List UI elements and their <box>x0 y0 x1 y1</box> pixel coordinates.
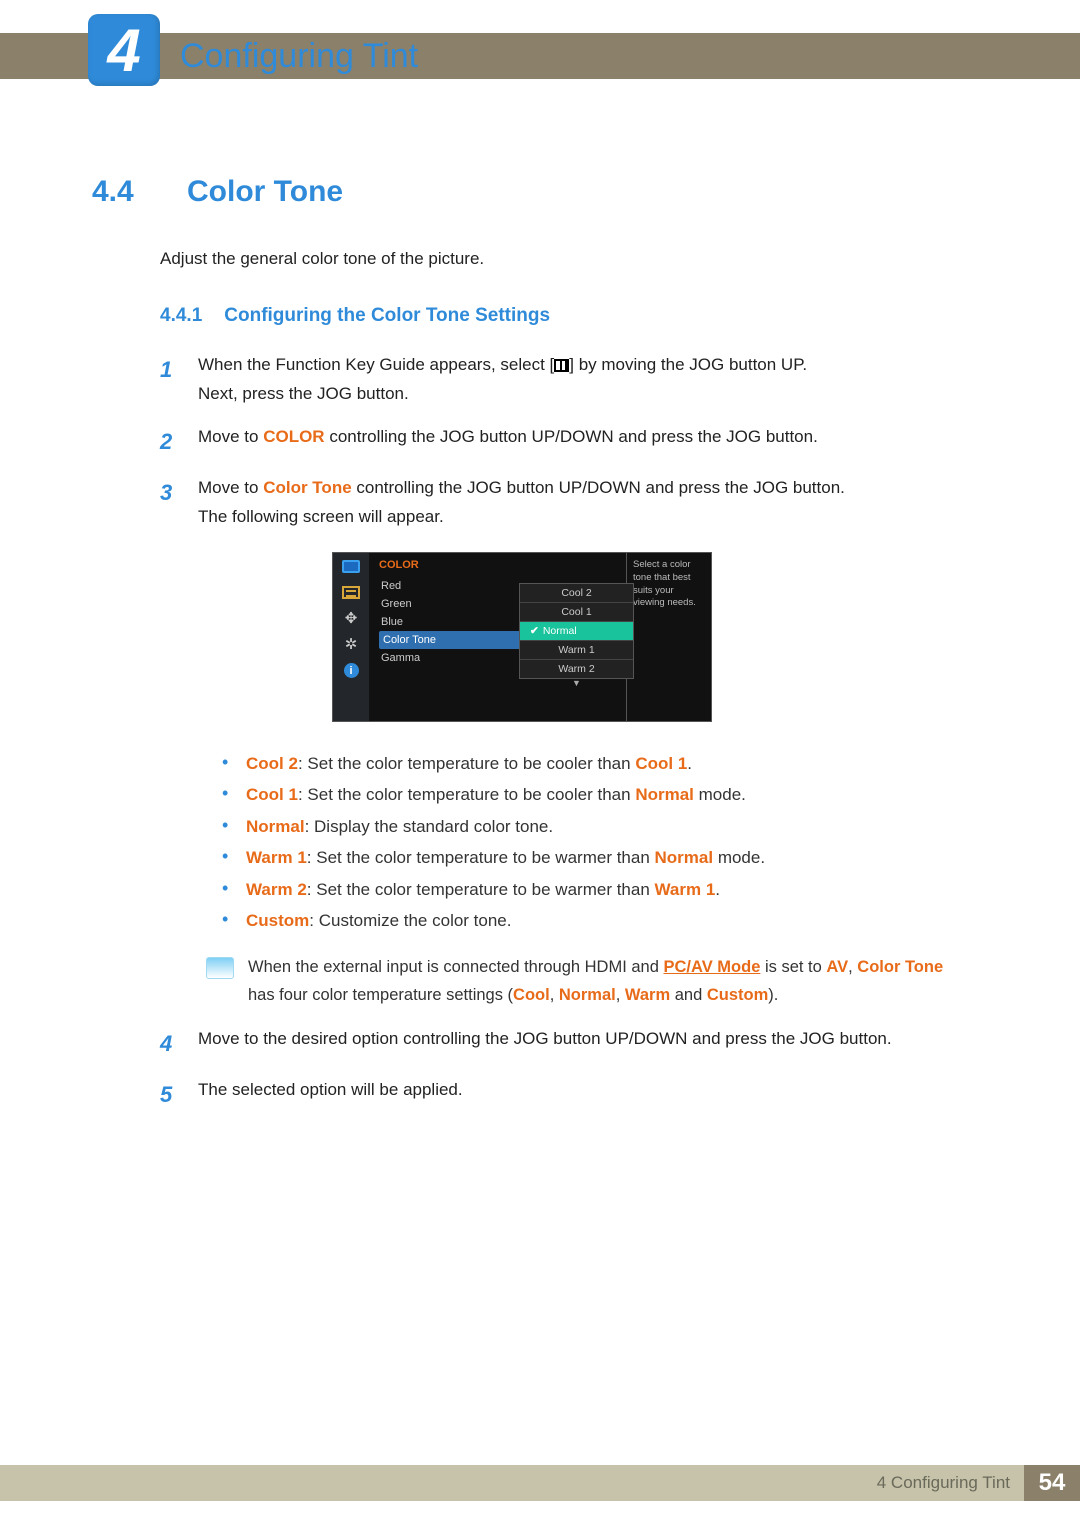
osd-help-text: Select a color tone that best suits your… <box>626 553 711 721</box>
monitor-icon <box>341 559 361 575</box>
bullet-text: Custom: Customize the color tone. <box>246 905 512 936</box>
menu-icon <box>554 359 569 372</box>
bullet-icon: • <box>222 779 232 810</box>
subsection-number: 4.4.1 <box>160 305 202 327</box>
osd-option: Warm 1 <box>520 641 633 660</box>
step-text: Move to the desired option controlling t… <box>198 1025 972 1062</box>
bullet-text: Normal: Display the standard color tone. <box>246 811 553 842</box>
bullet-text: Cool 1: Set the color temperature to be … <box>246 779 746 810</box>
section-title: Color Tone <box>187 175 343 209</box>
arrows-icon: ✥ <box>341 611 361 627</box>
step-number: 5 <box>160 1076 180 1113</box>
footer-page-number: 54 <box>1024 1465 1080 1501</box>
step-number: 2 <box>160 423 180 460</box>
step-number: 1 <box>160 351 180 409</box>
bullet-text: Warm 2: Set the color temperature to be … <box>246 874 720 905</box>
section-number: 4.4 <box>92 175 147 209</box>
note-icon <box>206 957 234 979</box>
step-text: Move to COLOR controlling the JOG button… <box>198 423 972 460</box>
bullet-text: Cool 2: Set the color temperature to be … <box>246 748 692 779</box>
bullet-icon: • <box>222 811 232 842</box>
step-number: 3 <box>160 474 180 532</box>
step-text: Move to Color Tone controlling the JOG b… <box>198 474 972 532</box>
step-text: When the Function Key Guide appears, sel… <box>198 351 972 409</box>
osd-option: Cool 2 <box>520 584 633 603</box>
bullet-icon: • <box>222 905 232 936</box>
bullet-icon: • <box>222 842 232 873</box>
osd-title: COLOR <box>379 559 616 571</box>
bullet-text: Warm 1: Set the color temperature to be … <box>246 842 765 873</box>
step-number: 4 <box>160 1025 180 1062</box>
info-icon: i <box>341 663 361 679</box>
section-intro: Adjust the general color tone of the pic… <box>160 249 972 269</box>
chapter-number-badge: 4 <box>88 14 160 86</box>
osd-option: Warm 2 <box>520 660 633 678</box>
subsection-title: Configuring the Color Tone Settings <box>224 305 550 327</box>
osd-screenshot: ✥ ✲ i COLOR Red Green Blue Color Tone Ga… <box>332 552 712 722</box>
gear-icon: ✲ <box>341 637 361 653</box>
osd-option-active: ✔Normal <box>520 622 633 641</box>
bullet-icon: • <box>222 874 232 905</box>
osd-dropdown: Cool 2 Cool 1 ✔Normal Warm 1 Warm 2 <box>519 583 634 679</box>
step-text: The selected option will be applied. <box>198 1076 972 1113</box>
footer-band: 4 Configuring Tint 54 <box>0 1465 1080 1501</box>
bullet-icon: • <box>222 748 232 779</box>
header-band <box>0 33 1080 79</box>
osd-option: Cool 1 <box>520 603 633 622</box>
note-text: When the external input is connected thr… <box>248 953 972 1009</box>
footer-chapter-label: 4 Configuring Tint <box>877 1473 1010 1493</box>
chevron-down-icon: ▼ <box>519 678 634 688</box>
list-icon <box>341 585 361 601</box>
chapter-title: Configuring Tint <box>180 33 418 79</box>
